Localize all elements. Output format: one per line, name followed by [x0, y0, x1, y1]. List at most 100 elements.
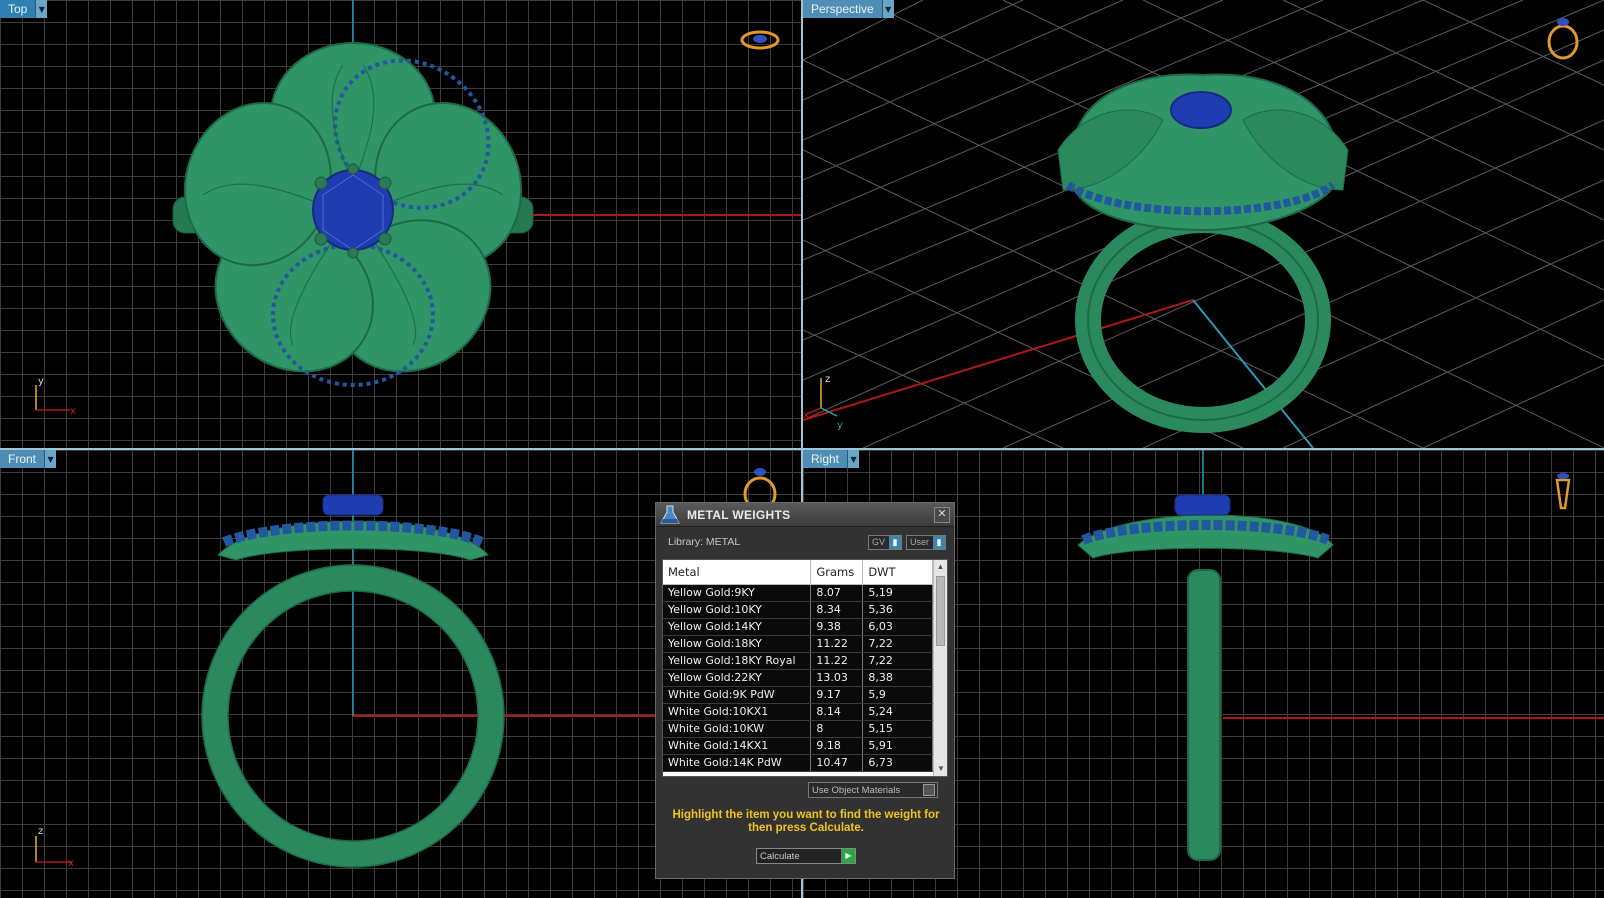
- dialog-titlebar[interactable]: METAL WEIGHTS ✕: [656, 503, 954, 527]
- table-row[interactable]: White Gold:14KX1 9.18 5,91: [663, 737, 933, 755]
- dialog-title: METAL WEIGHTS: [687, 507, 791, 522]
- viewport-top-label[interactable]: Top ▼: [0, 0, 48, 18]
- svg-text:z: z: [38, 826, 43, 837]
- dwt-cell: 5,15: [862, 720, 933, 738]
- metal-cell: White Gold:10KX1: [663, 703, 812, 721]
- table-row[interactable]: White Gold:14K PdW 10.47 6,73: [663, 754, 933, 772]
- library-label: Library: METAL: [668, 536, 741, 548]
- metal-cell: White Gold:14KX1: [663, 737, 812, 755]
- grams-cell: 9.38: [810, 618, 864, 636]
- grams-cell: 8.07: [810, 584, 864, 602]
- scroll-thumb[interactable]: [936, 576, 945, 646]
- table-header-row: Metal Grams DWT: [663, 560, 933, 585]
- library-bar: Library: METAL GV ▮ User ▮: [656, 527, 954, 557]
- grams-cell: 8.14: [810, 703, 864, 721]
- metal-table-container[interactable]: Metal Grams DWT Yellow Gold:9KY 8.07 5,19 Y…: [662, 559, 948, 777]
- dwt-cell: 5,24: [862, 703, 933, 721]
- user-toggle[interactable]: User ▮: [905, 534, 946, 550]
- metal-cell: Yellow Gold:18KY: [663, 635, 812, 653]
- scroll-down-icon[interactable]: ▼: [934, 762, 947, 776]
- gv-toggle-label: GV: [868, 535, 889, 549]
- dwt-cell: 7,22: [862, 652, 933, 670]
- toggle-indicator-icon[interactable]: ▮: [888, 535, 901, 549]
- svg-text:x: x: [70, 406, 76, 417]
- viewport-top[interactable]: Top ▼ y x: [0, 0, 801, 448]
- user-toggle-label: User: [906, 535, 933, 549]
- play-icon[interactable]: ▶: [841, 849, 855, 863]
- table-scrollbar[interactable]: ▲ ▼: [933, 560, 947, 776]
- table-row[interactable]: Yellow Gold:14KY 9.38 6,03: [663, 618, 933, 636]
- viewport-name: Right: [803, 450, 848, 468]
- dwt-cell: 6,03: [862, 618, 933, 636]
- ring-preview-icon: [740, 30, 780, 50]
- chevron-down-icon[interactable]: ▼: [847, 450, 860, 468]
- perspective-view-scene: z x y: [803, 0, 1604, 448]
- column-header-dwt[interactable]: DWT: [862, 560, 933, 585]
- instruction-text: Highlight the item you want to find the …: [672, 809, 940, 834]
- grams-cell: 11.22: [810, 635, 864, 653]
- table-row[interactable]: Yellow Gold:9KY 8.07 5,19: [663, 584, 933, 602]
- metal-cell: White Gold:10KW: [663, 720, 812, 738]
- ring-preview-icon: [1547, 18, 1579, 60]
- gv-toggle[interactable]: GV ▮: [867, 534, 902, 550]
- dwt-cell: 8,38: [862, 669, 933, 687]
- ring-flower-top: [172, 42, 534, 387]
- use-object-materials-checkbox[interactable]: Use Object Materials: [808, 782, 938, 798]
- chevron-down-icon[interactable]: ▼: [881, 0, 894, 18]
- chevron-down-icon[interactable]: ▼: [35, 0, 48, 18]
- viewport-divider-horizontal[interactable]: [0, 448, 1604, 450]
- table-row[interactable]: Yellow Gold:18KY Royal 11.22 7,22: [663, 652, 933, 670]
- toggle-indicator-icon[interactable]: ▮: [933, 535, 945, 549]
- grams-cell: 9.17: [810, 686, 864, 704]
- calculate-button[interactable]: Calculate ▶: [756, 848, 856, 864]
- svg-text:y: y: [837, 420, 843, 431]
- dwt-cell: 5,9: [862, 686, 933, 704]
- table-row[interactable]: Yellow Gold:10KY 8.34 5,36: [663, 601, 933, 619]
- dwt-cell: 7,22: [862, 635, 933, 653]
- viewport-name: Front: [0, 450, 45, 468]
- grams-cell: 8: [810, 720, 864, 738]
- table-row[interactable]: White Gold:10KX1 8.14 5,24: [663, 703, 933, 721]
- grams-cell: 9.18: [810, 737, 864, 755]
- svg-text:x: x: [68, 858, 74, 869]
- table-row[interactable]: Yellow Gold:22KY 13.03 8,38: [663, 669, 933, 687]
- metal-cell: White Gold:14K PdW: [663, 754, 812, 772]
- table-row[interactable]: White Gold:9K PdW 9.17 5,9: [663, 686, 933, 704]
- chevron-down-icon[interactable]: ▼: [44, 450, 57, 468]
- metal-table: Metal Grams DWT Yellow Gold:9KY 8.07 5,19 Y…: [663, 560, 933, 772]
- cad-workspace: Top ▼ y x Perspective ▼ z x y Front ▼ z …: [0, 0, 1604, 898]
- viewport-right-label[interactable]: Right ▼: [803, 450, 860, 468]
- table-row[interactable]: Yellow Gold:18KY 11.22 7,22: [663, 635, 933, 653]
- use-object-materials-label: Use Object Materials: [812, 784, 901, 796]
- dwt-cell: 5,91: [862, 737, 933, 755]
- grams-cell: 10.47: [810, 754, 864, 772]
- column-header-grams[interactable]: Grams: [810, 560, 864, 585]
- scroll-up-icon[interactable]: ▲: [934, 560, 947, 574]
- svg-text:x: x: [803, 410, 809, 421]
- ring-flower-right: [1077, 494, 1334, 861]
- grams-cell: 11.22: [810, 652, 864, 670]
- ring-flower-perspective: [1057, 73, 1349, 433]
- metal-cell: Yellow Gold:10KY: [663, 601, 812, 619]
- column-header-metal[interactable]: Metal: [663, 560, 812, 585]
- grams-cell: 13.03: [810, 669, 864, 687]
- calculate-label: Calculate: [760, 850, 800, 862]
- viewport-name: Top: [0, 0, 36, 18]
- axis-gizmo: z x y: [803, 374, 843, 431]
- svg-text:z: z: [825, 374, 830, 385]
- metal-cell: Yellow Gold:9KY: [663, 584, 812, 602]
- checkbox-icon[interactable]: [923, 784, 935, 796]
- viewport-perspective-label[interactable]: Perspective ▼: [803, 0, 894, 18]
- viewport-perspective[interactable]: Perspective ▼ z x y: [803, 0, 1604, 448]
- dwt-cell: 5,19: [862, 584, 933, 602]
- flask-icon: [660, 505, 680, 523]
- metal-cell: Yellow Gold:18KY Royal: [663, 652, 812, 670]
- ring-preview-icon: [1555, 473, 1571, 510]
- close-icon[interactable]: ✕: [934, 506, 950, 523]
- metal-cell: Yellow Gold:22KY: [663, 669, 812, 687]
- metal-weights-dialog: METAL WEIGHTS ✕ Library: METAL GV ▮ User…: [655, 502, 955, 879]
- axis-gizmo: z x: [35, 826, 74, 869]
- grams-cell: 8.34: [810, 601, 864, 619]
- viewport-front-label[interactable]: Front ▼: [0, 450, 57, 468]
- table-row[interactable]: White Gold:10KW 8 5,15: [663, 720, 933, 738]
